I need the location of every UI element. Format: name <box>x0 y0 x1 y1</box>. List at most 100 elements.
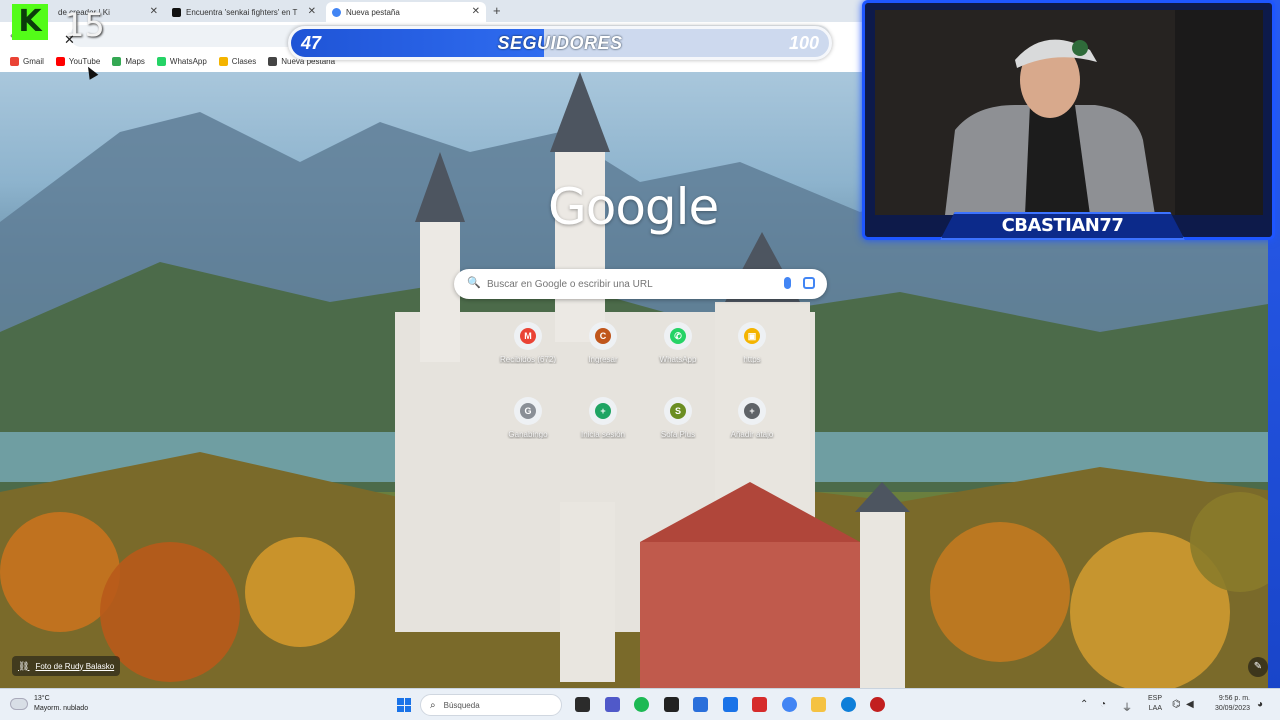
shortcut-icon: ✆ <box>664 322 692 350</box>
l-app-icon[interactable] <box>722 697 738 712</box>
follower-goal: 100 <box>788 33 819 53</box>
file-explorer-icon[interactable] <box>575 697 590 712</box>
shortcut-label: Ganabingo <box>508 430 548 439</box>
obs-icon[interactable] <box>870 697 885 712</box>
search-icon: 🔍 <box>467 277 481 289</box>
shortcut-label: Añadir atajo <box>730 430 774 439</box>
follower-goal-bar: 47 SEGUIDORES 100 <box>288 26 832 60</box>
shortcut-label: Sofa Plus <box>660 430 696 439</box>
wifi-icon[interactable]: ⌬ <box>1172 699 1181 710</box>
clock-time: 9:56 p. m. <box>1218 695 1250 702</box>
volume-icon[interactable]: ◀ <box>1186 699 1194 710</box>
notification-icon[interactable]: ◕ <box>1257 699 1263 710</box>
link-icon: ⛓ <box>18 660 30 671</box>
kick-logo-icon: K <box>12 4 48 40</box>
tab-new-tab[interactable]: Nueva pestaña ✕ <box>326 2 486 22</box>
bookmark-maps[interactable]: Maps <box>112 56 145 66</box>
bookmark-clases[interactable]: Clases <box>218 56 257 66</box>
shortcut-glyph: + <box>744 403 760 419</box>
cloud-icon <box>10 698 28 710</box>
weather-temp: 13°C <box>34 695 50 702</box>
gmail-icon <box>10 56 19 66</box>
close-tab-icon[interactable]: ✕ <box>308 6 316 17</box>
usb-icon[interactable]: ⏚ <box>1122 699 1132 714</box>
bookmark-gmail[interactable]: Gmail <box>10 56 44 66</box>
google-search-box[interactable]: 🔍 <box>454 269 827 299</box>
teams-icon[interactable] <box>604 697 620 712</box>
google-logo: Google <box>548 178 719 236</box>
taskbar-search[interactable]: ⌕ Búsqueda <box>420 694 562 716</box>
bookmark-label: Gmail <box>23 56 44 66</box>
search-icon: ⌕ <box>430 699 436 711</box>
photo-credit-text: Foto de Rudy Balasko <box>35 661 115 671</box>
language-code: ESP <box>1147 695 1162 702</box>
shortcut-glyph: S <box>670 403 686 419</box>
network-icon[interactable]: ◔ <box>1100 699 1106 710</box>
shortcut-icon: + <box>589 397 617 425</box>
spotify-icon[interactable] <box>634 697 649 712</box>
edge-icon[interactable] <box>840 697 856 712</box>
tiktok-favicon-icon <box>172 7 181 17</box>
shortcut-icon: C <box>589 322 617 350</box>
tab-title: Encuentra 'senkai fighters' en T <box>186 7 298 17</box>
shortcut-glyph: G <box>520 403 536 419</box>
weather-desc: Mayorm. nublado <box>34 705 89 712</box>
shortcut-tile[interactable]: ✆ WhatsApp <box>640 322 716 392</box>
shortcut-icon: ▣ <box>738 322 766 350</box>
close-icon: ✕ <box>64 32 75 47</box>
new-tab-button[interactable]: + <box>493 3 501 18</box>
chrome-icon <box>268 56 278 66</box>
youtube-icon <box>55 56 65 66</box>
bookmark-label: YouTube <box>68 56 101 66</box>
close-tab-icon[interactable]: ✕ <box>150 6 158 17</box>
webcam-feed <box>875 10 1263 215</box>
shortcut-tile[interactable]: C Ingresar <box>565 322 641 392</box>
language-layout: LAA <box>1148 705 1162 712</box>
classroom-icon <box>218 56 228 66</box>
shortcut-label: https <box>743 355 761 364</box>
shortcut-tile[interactable]: S Sofa Plus <box>640 397 716 467</box>
capcut-icon[interactable] <box>663 697 679 712</box>
taskbar-search-label: Búsqueda <box>443 700 480 710</box>
shortcut-glyph: ▣ <box>744 328 760 344</box>
shortcut-glyph: M <box>520 328 536 344</box>
shield-app-icon[interactable] <box>752 697 767 712</box>
chrome-favicon-icon <box>332 7 341 17</box>
weather-widget[interactable]: 13°C Mayorm. nublado <box>10 694 88 714</box>
bookmark-label: Maps <box>125 56 145 66</box>
bookmark-youtube[interactable]: YouTube <box>55 56 101 66</box>
bookmark-label: Clases <box>231 56 257 66</box>
shortcut-tile[interactable]: ▣ https <box>714 322 790 392</box>
shortcut-glyph: + <box>595 403 611 419</box>
shortcut-icon: G <box>514 397 542 425</box>
shortcut-label: Inicia sesión <box>580 430 626 439</box>
search-input[interactable] <box>487 276 767 292</box>
tab-tiktok[interactable]: Encuentra 'senkai fighters' en T ✕ <box>166 2 322 22</box>
chrome-icon[interactable] <box>781 697 797 712</box>
shortcut-tile[interactable]: + Inicia sesión <box>565 397 641 467</box>
bookmark-whatsapp[interactable]: WhatsApp <box>156 56 207 66</box>
chevron-up-icon[interactable]: ⌃ <box>1080 699 1088 710</box>
shortcut-tile[interactable]: G Ganabingo <box>490 397 566 467</box>
maps-icon <box>112 56 122 66</box>
shortcut-icon: + <box>738 397 766 425</box>
shortcut-label: Ingresar <box>588 355 618 364</box>
tab-title: Nueva pestaña <box>346 7 400 17</box>
folder-icon[interactable] <box>811 697 826 712</box>
start-button-windows-icon[interactable] <box>397 698 411 712</box>
clock[interactable]: 9:56 p. m. 30/09/2023 <box>1200 694 1250 714</box>
bookmark-label: WhatsApp <box>169 56 207 66</box>
store-icon[interactable] <box>693 697 708 712</box>
clock-date: 30/09/2023 <box>1214 705 1250 712</box>
shortcut-label: Recibidos (672) <box>499 355 557 364</box>
language-indicator[interactable]: ESP LAA <box>1138 694 1162 714</box>
whatsapp-icon <box>156 56 166 66</box>
close-tab-icon[interactable]: ✕ <box>472 6 480 17</box>
customize-edit-icon[interactable]: ✎ <box>1248 657 1268 677</box>
photo-credit-link[interactable]: ⛓ Foto de Rudy Balasko <box>12 656 121 676</box>
shortcut-icon: S <box>664 397 692 425</box>
google-lens-icon[interactable] <box>803 277 815 289</box>
microphone-icon[interactable] <box>784 277 791 289</box>
shortcut-tile[interactable]: + Añadir atajo <box>714 397 790 467</box>
shortcut-tile[interactable]: M Recibidos (672) <box>490 322 566 392</box>
